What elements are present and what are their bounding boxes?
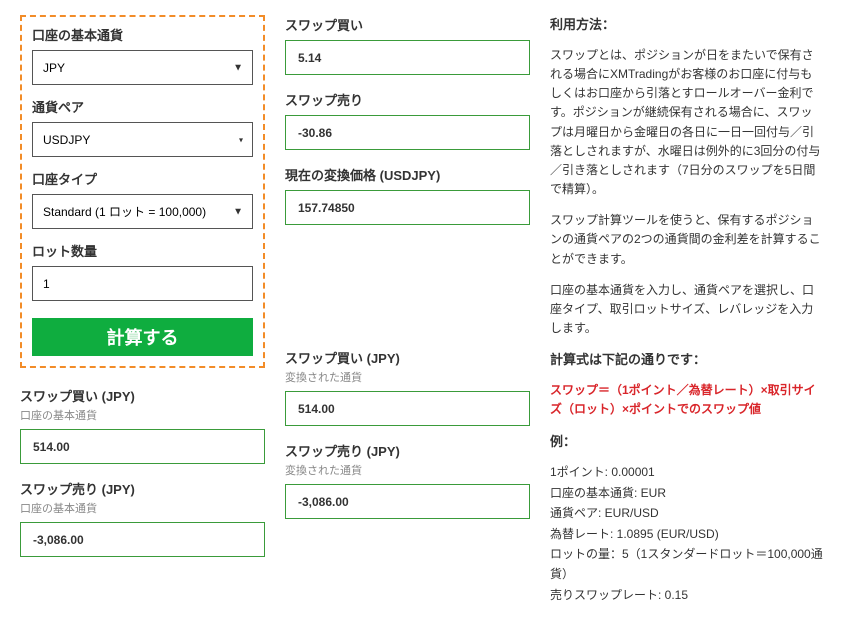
lot-size-label: ロット数量 xyxy=(32,241,253,260)
conversion-price-label: 現在の変換価格 (USDJPY) xyxy=(285,165,530,184)
swap-sell-value: -30.86 xyxy=(285,115,530,150)
example-list: 1ポイント: 0.00001 口座の基本通貨: EUR 通貨ペア: EUR/US… xyxy=(550,462,824,605)
swap-sell-conv-value: -3,086.00 xyxy=(285,484,530,519)
swap-buy-label: スワップ買い xyxy=(285,15,530,34)
usage-heading: 利用方法： xyxy=(550,15,824,36)
example-line: 為替レート: 1.0895 (EUR/USD) xyxy=(550,524,824,544)
example-line: 売りスワップレート: 0.15 xyxy=(550,585,824,605)
swap-sell-conv-sub: 変換された通貨 xyxy=(285,462,530,478)
swap-sell-conv-header: スワップ売り (JPY) xyxy=(285,441,530,460)
swap-buy-conv-sub: 変換された通貨 xyxy=(285,369,530,385)
example-line: 通貨ペア: EUR/USD xyxy=(550,503,824,523)
example-line: ロットの量：5（1スタンダードロット＝100,000通貨） xyxy=(550,544,824,585)
swap-buy-base-value: 514.00 xyxy=(20,429,265,464)
usage-para3: 口座の基本通貨を入力し、通貨ペアを選択し、口座タイプ、取引ロットサイズ、レバレッ… xyxy=(550,281,824,339)
calculate-button[interactable]: 計算する xyxy=(32,318,253,356)
formula-heading: 計算式は下記の通りです： xyxy=(550,350,824,371)
example-line: 1ポイント: 0.00001 xyxy=(550,462,824,482)
swap-buy-value: 5.14 xyxy=(285,40,530,75)
lot-size-input[interactable] xyxy=(32,266,253,301)
input-panel: 口座の基本通貨 JPY ▼ 通貨ペア USDJPY ▾ 口座タイ xyxy=(20,15,265,368)
usage-para2: スワップ計算ツールを使うと、保有するポジションの通貨ペアの2つの通貨間の金利差を… xyxy=(550,211,824,269)
example-line: 口座の基本通貨: EUR xyxy=(550,483,824,503)
swap-buy-conv-value: 514.00 xyxy=(285,391,530,426)
swap-sell-label: スワップ売り xyxy=(285,90,530,109)
swap-buy-base-header: スワップ買い (JPY) xyxy=(20,386,265,405)
swap-buy-conv-header: スワップ買い (JPY) xyxy=(285,348,530,367)
swap-sell-base-value: -3,086.00 xyxy=(20,522,265,557)
example-heading: 例： xyxy=(550,432,824,453)
conversion-price-value: 157.74850 xyxy=(285,190,530,225)
swap-sell-base-sub: 口座の基本通貨 xyxy=(20,500,265,516)
account-type-select[interactable]: Standard (1 ロット = 100,000) xyxy=(32,194,253,229)
currency-pair-label: 通貨ペア xyxy=(32,97,253,116)
usage-para1: スワップとは、ポジションが日をまたいで保有される場合にXMTradingがお客様… xyxy=(550,46,824,200)
base-currency-label: 口座の基本通貨 xyxy=(32,25,253,44)
account-type-label: 口座タイプ xyxy=(32,169,253,188)
base-currency-select[interactable]: JPY xyxy=(32,50,253,85)
swap-sell-base-header: スワップ売り (JPY) xyxy=(20,479,265,498)
currency-pair-select[interactable]: USDJPY xyxy=(32,122,253,157)
formula-text: スワップ＝（1ポイント／為替レート）×取引サイズ（ロット）×ポイントでのスワップ… xyxy=(550,381,824,419)
swap-buy-base-sub: 口座の基本通貨 xyxy=(20,407,265,423)
